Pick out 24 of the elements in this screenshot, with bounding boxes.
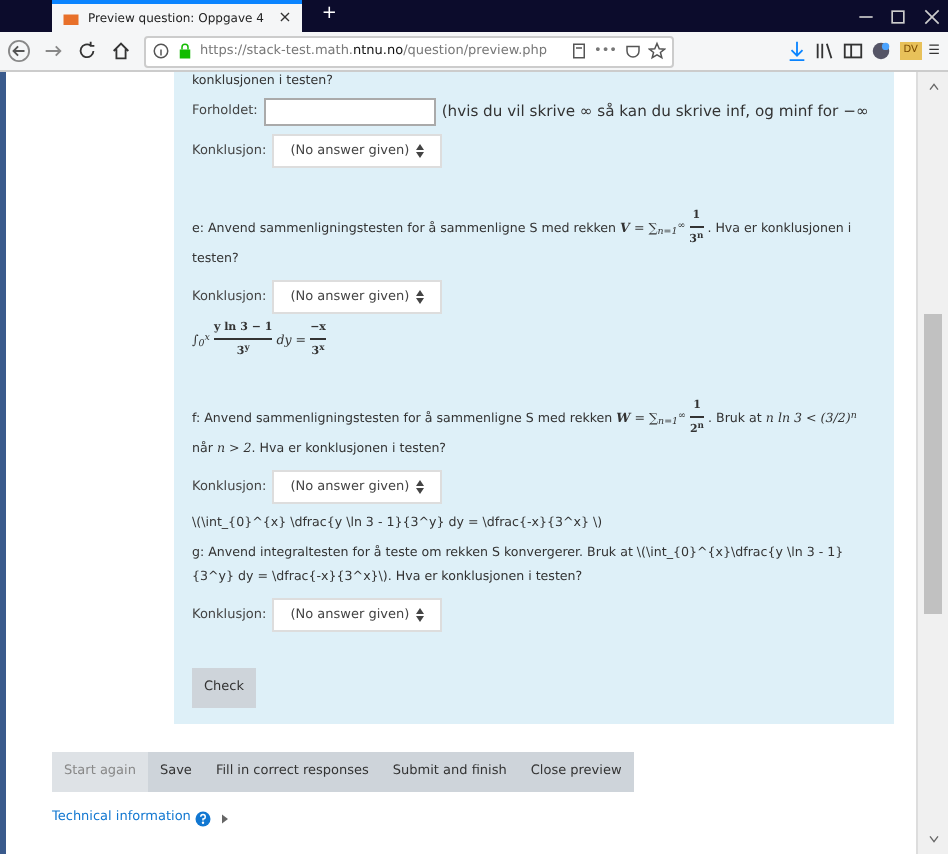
select-arrows-icon[interactable]: [416, 608, 425, 622]
home-icon[interactable]: [110, 40, 132, 62]
select-arrows-icon[interactable]: [416, 290, 425, 304]
sidebar-icon[interactable]: [842, 40, 865, 62]
select-arrows-icon[interactable]: [416, 480, 425, 494]
reader-icon[interactable]: [569, 40, 588, 62]
scrollbar[interactable]: [916, 72, 948, 854]
back-icon[interactable]: [8, 40, 30, 62]
help-icon[interactable]: [194, 807, 213, 829]
reload-icon[interactable]: [76, 40, 98, 62]
bookmark-star-icon[interactable]: [648, 40, 666, 62]
account-icon[interactable]: [870, 40, 893, 62]
select-arrows-icon[interactable]: [416, 144, 425, 158]
answer-field[interactable]: [263, 98, 436, 126]
maximize-icon[interactable]: [888, 5, 909, 27]
close-icon[interactable]: [921, 5, 942, 27]
forward-icon[interactable]: [42, 40, 64, 62]
lock-icon: [176, 40, 194, 62]
new-tab-button[interactable]: +: [309, 0, 349, 32]
pocket-icon[interactable]: [623, 40, 642, 62]
tab-close-button[interactable]: ×: [278, 10, 292, 26]
scrollbar-thumb[interactable]: [924, 313, 942, 613]
info-icon: [152, 40, 170, 62]
library-icon[interactable]: [813, 40, 836, 62]
